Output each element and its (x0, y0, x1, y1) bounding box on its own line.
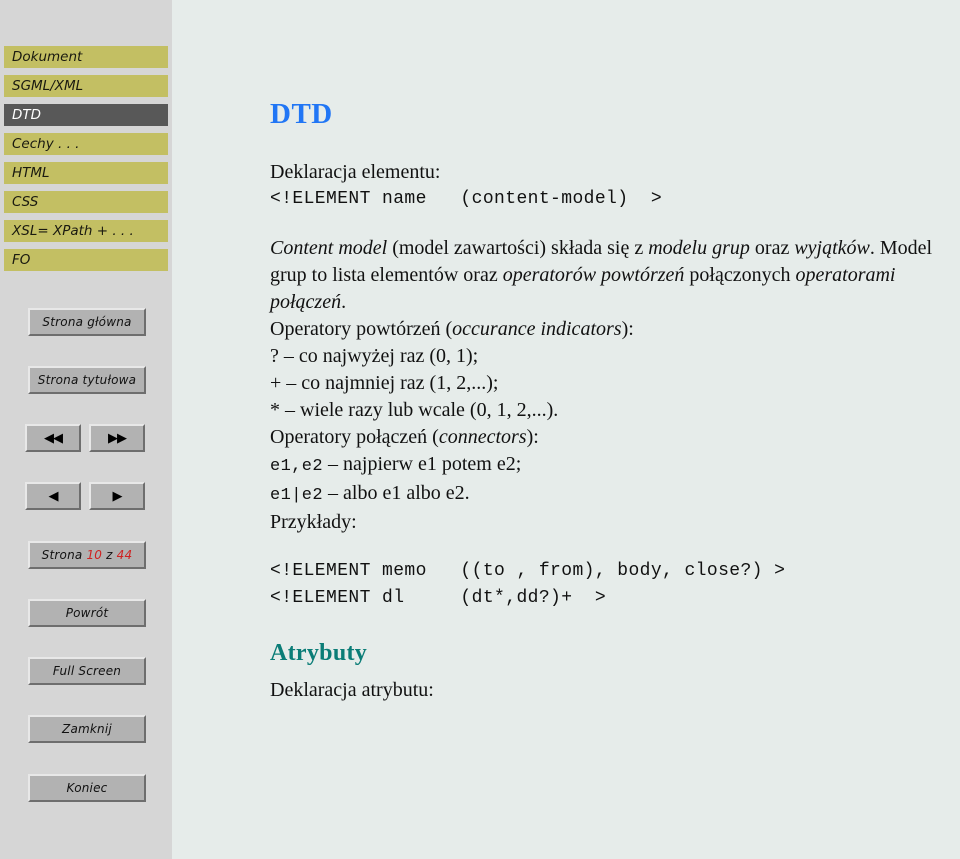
home-page-label: Strona główna (42, 315, 132, 329)
connector-item: e1|e2 – albo e1 albo e2. (270, 480, 960, 509)
sidebar-item-label: HTML (12, 165, 50, 181)
sidebar-item-fo[interactable]: FO (4, 249, 168, 271)
page-counter-prefix: Strona (41, 548, 83, 562)
page-counter-current: 10 (86, 548, 103, 562)
back-button[interactable]: Powrót (28, 599, 146, 627)
quit-button[interactable]: Koniec (28, 774, 146, 802)
paragraph-text: (model zawartości) składa się z (387, 237, 649, 259)
paragraph-text: oraz (749, 237, 795, 259)
paragraph-text: . (341, 291, 347, 313)
connector-code: e1,e2 (270, 457, 324, 476)
back-label: Powrót (65, 606, 109, 620)
sidebar-item-xsl-xpath[interactable]: XSL= XPath + . . . (4, 220, 168, 242)
page-counter[interactable]: Strona 10 z 44 (28, 541, 146, 569)
full-screen-label: Full Screen (52, 664, 122, 678)
sidebar-item-label: Dokument (12, 49, 83, 65)
element-declaration-label: Deklaracja elementu: (270, 161, 441, 183)
slide-body: DTD Deklaracja elementu: <!ELEMENT name … (270, 98, 960, 704)
attributes-section-title: Atrybuty (270, 640, 368, 666)
sidebar-item-label: FO (12, 252, 31, 268)
last-page-button[interactable]: ▶▶ (89, 424, 145, 452)
occurrence-item: * – wiele razy lub wcale (0, 1, 2,...). (270, 399, 559, 421)
example-code-line: <!ELEMENT dl (dt*,dd?)+ > (270, 588, 607, 608)
previous-page-button[interactable]: ◀ (25, 482, 81, 510)
occurrence-indicators-heading: Operatory powtórzeń (occurance indicator… (270, 316, 960, 343)
title-page-label: Strona tytułowa (37, 373, 137, 387)
connectors-heading-term: connectors (438, 426, 527, 448)
example-code-line: <!ELEMENT memo ((to , from), body, close… (270, 561, 786, 581)
examples-code-block: <!ELEMENT memo ((to , from), body, close… (270, 558, 960, 612)
sidebar-item-label: DTD (12, 107, 42, 123)
page-counter-separator: z (106, 548, 113, 562)
close-button[interactable]: Zamknij (28, 715, 146, 743)
home-page-button[interactable]: Strona główna (28, 308, 146, 336)
connector-text: – najpierw e1 potem e2; (323, 453, 522, 475)
sidebar-item-label: Cechy . . . (12, 136, 80, 152)
first-page-button[interactable]: ◀◀ (25, 424, 81, 452)
sidebar-nav-list: Dokument SGML/XML DTD Cechy . . . HTML C… (4, 46, 168, 278)
sidebar-item-css[interactable]: CSS (4, 191, 168, 213)
connector-item: e1,e2 – najpierw e1 potem e2; (270, 451, 960, 480)
sidebar-item-sgml-xml[interactable]: SGML/XML (4, 75, 168, 97)
connectors-heading-pre: Operatory połączeń ( (270, 426, 439, 448)
attribute-declaration-label: Deklaracja atrybutu: (270, 679, 434, 701)
sidebar-item-label: SGML/XML (12, 78, 84, 94)
examples-label: Przykłady: (270, 511, 357, 533)
content-model-term: Content model (270, 237, 388, 259)
full-screen-button[interactable]: Full Screen (28, 657, 146, 685)
close-label: Zamknij (62, 722, 112, 736)
occurrence-heading-post: ): (621, 318, 634, 340)
quit-label: Koniec (66, 781, 108, 795)
slide-content-area: DTD Deklaracja elementu: <!ELEMENT name … (172, 0, 960, 859)
occurrence-item: ? – co najwyżej raz (0, 1); (270, 345, 479, 367)
occurrence-item: + – co najmniej raz (1, 2,...); (270, 372, 499, 394)
connector-text: – albo e1 albo e2. (323, 482, 470, 504)
left-arrow-icon: ◀ (48, 488, 59, 504)
connectors-heading: Operatory połączeń (connectors): (270, 424, 960, 451)
content-model-paragraph: Content model (model zawartości) składa … (270, 235, 960, 316)
page-title: DTD (270, 98, 333, 130)
occurrence-heading-term: occurance indicators (452, 318, 622, 340)
connectors-heading-post: ): (526, 426, 539, 448)
double-left-arrow-icon: ◀◀ (44, 430, 63, 446)
sidebar-item-html[interactable]: HTML (4, 162, 168, 184)
next-page-button[interactable]: ▶ (89, 482, 145, 510)
element-declaration-code: <!ELEMENT name (content-model) > (270, 189, 663, 209)
double-right-arrow-icon: ▶▶ (108, 430, 127, 446)
repetition-operators-term: operatorów powtórzeń (502, 264, 685, 286)
sidebar: Dokument SGML/XML DTD Cechy . . . HTML C… (0, 0, 172, 859)
connector-code: e1|e2 (270, 486, 324, 505)
model-group-term: modelu grup (648, 237, 750, 259)
sidebar-item-dokument[interactable]: Dokument (4, 46, 168, 68)
page-counter-total: 44 (116, 548, 133, 562)
right-arrow-icon: ▶ (112, 488, 123, 504)
paragraph-text: połączonych (684, 264, 796, 286)
sidebar-item-dtd[interactable]: DTD (4, 104, 168, 126)
sidebar-item-label: XSL= XPath + . . . (12, 223, 134, 239)
title-page-button[interactable]: Strona tytułowa (28, 366, 146, 394)
sidebar-item-cechy[interactable]: Cechy . . . (4, 133, 168, 155)
occurrence-heading-pre: Operatory powtórzeń ( (270, 318, 453, 340)
exceptions-term: wyjątków (794, 237, 870, 259)
sidebar-item-label: CSS (12, 194, 39, 210)
